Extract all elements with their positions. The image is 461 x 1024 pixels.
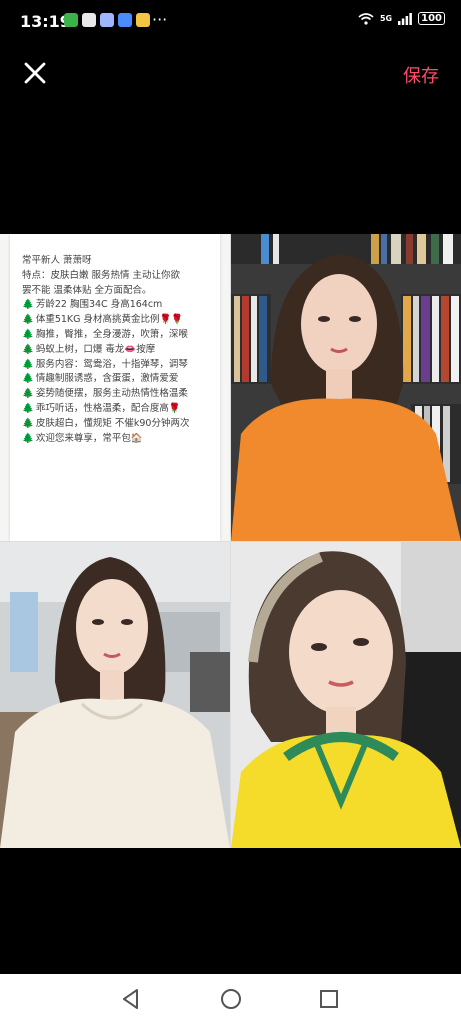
text-note-cell: 常平新人 萧萧呀特点：皮肤白嫩 服务热情 主动让你欲 罢不能 温柔体贴 全方面配合… <box>0 234 230 541</box>
photo-orange-sweater-image <box>231 234 461 541</box>
network-type: 5G <box>379 14 393 23</box>
photo-cream-sweater <box>0 542 230 848</box>
note-line: 🌲 体重51KG 身材高挑黄金比例🌹🌹 <box>22 313 212 328</box>
note-line: 🌲 皮肤超白，懂规矩 不催k90分钟两次 <box>22 417 212 432</box>
tree-icon: 🌲 <box>22 417 34 429</box>
note-line-text: 欢迎您来尊享，常平包🏠 <box>35 432 143 444</box>
note-line: 特点：皮肤白嫩 服务热情 主动让你欲 <box>22 269 212 284</box>
note-line: 罢不能 温柔体贴 全方面配合。 <box>22 284 212 299</box>
battery-indicator: 100 <box>418 12 445 25</box>
note-line: 🌲 乖巧听话，性格温柔，配合度高🌹 <box>22 402 212 417</box>
note-line: 🌲 芳龄22 胸围34C 身高164cm <box>22 298 212 313</box>
app-notification-icon <box>100 13 114 27</box>
photo-cream-sweater-image <box>0 542 230 848</box>
note-line-text: 服务内容：鸳鸯浴，十指弹琴，调琴 <box>35 358 188 370</box>
tree-icon: 🌲 <box>22 299 34 311</box>
tree-icon: 🌲 <box>22 358 34 370</box>
tree-icon: 🌲 <box>22 432 34 444</box>
note-line-text: 常平新人 萧萧呀 <box>22 255 92 266</box>
signal-icon <box>398 12 413 25</box>
note-line-text: 姿势随便摆，服务主动热情性格温柔 <box>35 388 188 400</box>
status-indicators: 5G 100 <box>358 12 445 25</box>
wechat-icon <box>82 13 96 27</box>
home-circle-icon[interactable] <box>218 986 244 1012</box>
photo-orange-sweater <box>231 234 461 541</box>
recents-square-icon[interactable] <box>316 986 342 1012</box>
system-navigation-bar <box>0 974 461 1024</box>
app-notification-icon <box>136 13 150 27</box>
note-line: 🌲 蚂蚁上树，口爆 毒龙👄按摩 <box>22 343 212 358</box>
save-button[interactable]: 保存 <box>403 62 439 88</box>
note-line: 常平新人 萧萧呀 <box>22 254 212 269</box>
image-collage[interactable]: 常平新人 萧萧呀特点：皮肤白嫩 服务热情 主动让你欲 罢不能 温柔体贴 全方面配合… <box>0 234 461 848</box>
close-icon[interactable] <box>22 60 48 86</box>
app-notification-icon <box>64 13 78 27</box>
wifi-icon <box>358 12 374 25</box>
status-bar: 13:19 ··· 5G 100 <box>0 0 461 44</box>
note-line-text: 情趣制服诱惑，含蛋蛋，激情爱爱 <box>35 373 179 385</box>
photo-yellow-cardigan <box>231 542 461 848</box>
note-line: 🌲 情趣制服诱惑，含蛋蛋，激情爱爱 <box>22 372 212 387</box>
note-line-text: 特点：皮肤白嫩 服务热情 主动让你欲 <box>22 269 181 281</box>
photo-yellow-cardigan-image <box>231 542 461 848</box>
viewer-topbar: 保存 <box>0 50 461 94</box>
note-line: 🌲 胸推，臀推，全身漫游，吹箫，深喉 <box>22 328 212 343</box>
notification-icons <box>64 13 150 27</box>
note-text: 常平新人 萧萧呀特点：皮肤白嫩 服务热情 主动让你欲 罢不能 温柔体贴 全方面配合… <box>22 254 212 446</box>
tree-icon: 🌲 <box>22 343 34 355</box>
note-line-text: 蚂蚁上树，口爆 毒龙👄按摩 <box>35 343 156 355</box>
note-line: 🌲 姿势随便摆，服务主动热情性格温柔 <box>22 387 212 402</box>
more-notifications-icon: ··· <box>152 10 168 29</box>
tree-icon: 🌲 <box>22 328 34 340</box>
note-line-text: 体重51KG 身材高挑黄金比例🌹🌹 <box>35 314 184 326</box>
note-line-text: 乖巧听话，性格温柔，配合度高🌹 <box>35 402 181 414</box>
note-line-text: 罢不能 温柔体贴 全方面配合。 <box>22 284 152 296</box>
note-line: 🌲 欢迎您来尊享，常平包🏠 <box>22 432 212 447</box>
note-line: 🌲 服务内容：鸳鸯浴，十指弹琴，调琴 <box>22 358 212 373</box>
note-line-text: 胸推，臀推，全身漫游，吹箫，深喉 <box>35 328 188 340</box>
note-line-text: 皮肤超白，懂规矩 不催k90分钟两次 <box>35 417 190 429</box>
tree-icon: 🌲 <box>22 373 34 385</box>
tree-icon: 🌲 <box>22 314 34 326</box>
back-triangle-icon[interactable] <box>118 986 144 1012</box>
app-notification-icon <box>118 13 132 27</box>
tree-icon: 🌲 <box>22 402 34 414</box>
tree-icon: 🌲 <box>22 388 34 400</box>
note-line-text: 芳龄22 胸围34C 身高164cm <box>35 299 163 311</box>
